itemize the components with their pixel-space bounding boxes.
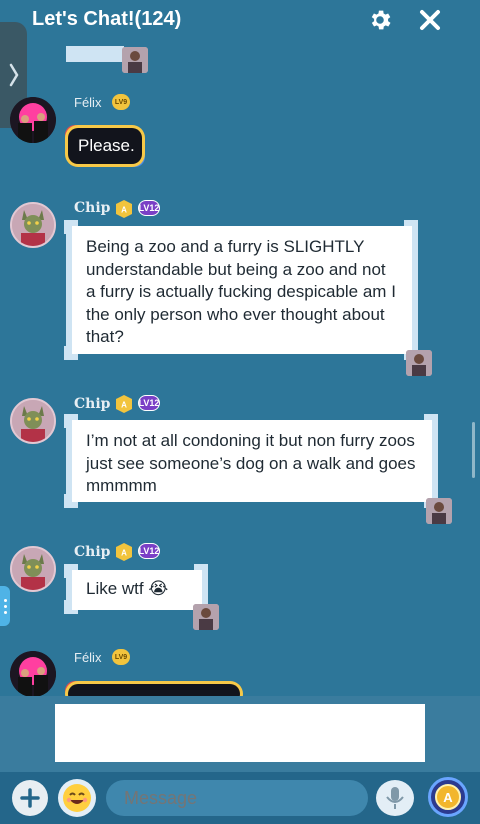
add-button[interactable]: [12, 780, 48, 816]
message-input[interactable]: [106, 780, 368, 816]
message-text: Please.: [78, 136, 135, 155]
title-star-badge-icon: A: [116, 543, 132, 561]
level-badge: LV9: [112, 94, 130, 110]
avatar[interactable]: [10, 398, 56, 444]
plus-icon: [20, 788, 40, 808]
level-badge: LV12: [138, 543, 160, 559]
coin-button[interactable]: A: [428, 777, 468, 817]
read-receipt-avatar: [426, 498, 452, 524]
emoji-button[interactable]: [58, 779, 96, 817]
level-badge: LV12: [138, 200, 160, 216]
emoji-icon: [63, 784, 91, 812]
username[interactable]: Chip: [74, 200, 110, 216]
title-star-badge-icon: A: [116, 200, 132, 218]
svg-text:A: A: [121, 401, 127, 410]
read-receipt-avatar: [406, 350, 432, 376]
avatar[interactable]: [10, 202, 56, 248]
scrollbar[interactable]: [472, 422, 475, 478]
message-text: Like wtf 😭: [86, 579, 169, 598]
message-text: I’m not at all condoning it but non furr…: [86, 431, 416, 495]
input-preview-box[interactable]: [55, 704, 425, 762]
coin-icon: A: [435, 784, 461, 810]
level-badge: LV9: [112, 649, 130, 665]
svg-text:A: A: [121, 549, 127, 558]
close-button[interactable]: [416, 6, 444, 34]
previous-message-fragment: [66, 46, 124, 62]
svg-text:A: A: [121, 206, 127, 215]
message-bubble[interactable]: Please.: [68, 128, 142, 164]
side-handle[interactable]: [0, 586, 10, 626]
settings-button[interactable]: [366, 6, 394, 34]
username[interactable]: Félix: [74, 95, 101, 110]
chat-header: Let's Chat!(124): [0, 0, 480, 40]
avatar[interactable]: [10, 97, 56, 143]
avatar[interactable]: [10, 651, 56, 697]
chevron-right-icon: [9, 63, 18, 87]
title-star-badge-icon: A: [116, 395, 132, 413]
message-bubble[interactable]: I’m not at all condoning it but non furr…: [66, 420, 438, 502]
level-badge: LV12: [138, 395, 160, 411]
username[interactable]: Chip: [74, 396, 110, 412]
avatar[interactable]: [10, 546, 56, 592]
message-text: Being a zoo and a furry is SLIGHTLY unde…: [86, 237, 396, 346]
svg-text:A: A: [443, 790, 453, 805]
microphone-icon: [386, 787, 404, 809]
username[interactable]: Chip: [74, 544, 110, 560]
close-icon: [420, 10, 440, 30]
message-bubble[interactable]: Like wtf 😭: [66, 570, 208, 610]
read-receipt-avatar: [193, 604, 219, 630]
read-receipt-avatar: [122, 47, 148, 73]
message-bubble[interactable]: Being a zoo and a furry is SLIGHTLY unde…: [66, 226, 418, 354]
chat-title: Let's Chat!(124): [32, 8, 182, 30]
voice-button[interactable]: [376, 780, 414, 816]
gear-icon: [371, 10, 391, 30]
username[interactable]: Félix: [74, 650, 101, 665]
